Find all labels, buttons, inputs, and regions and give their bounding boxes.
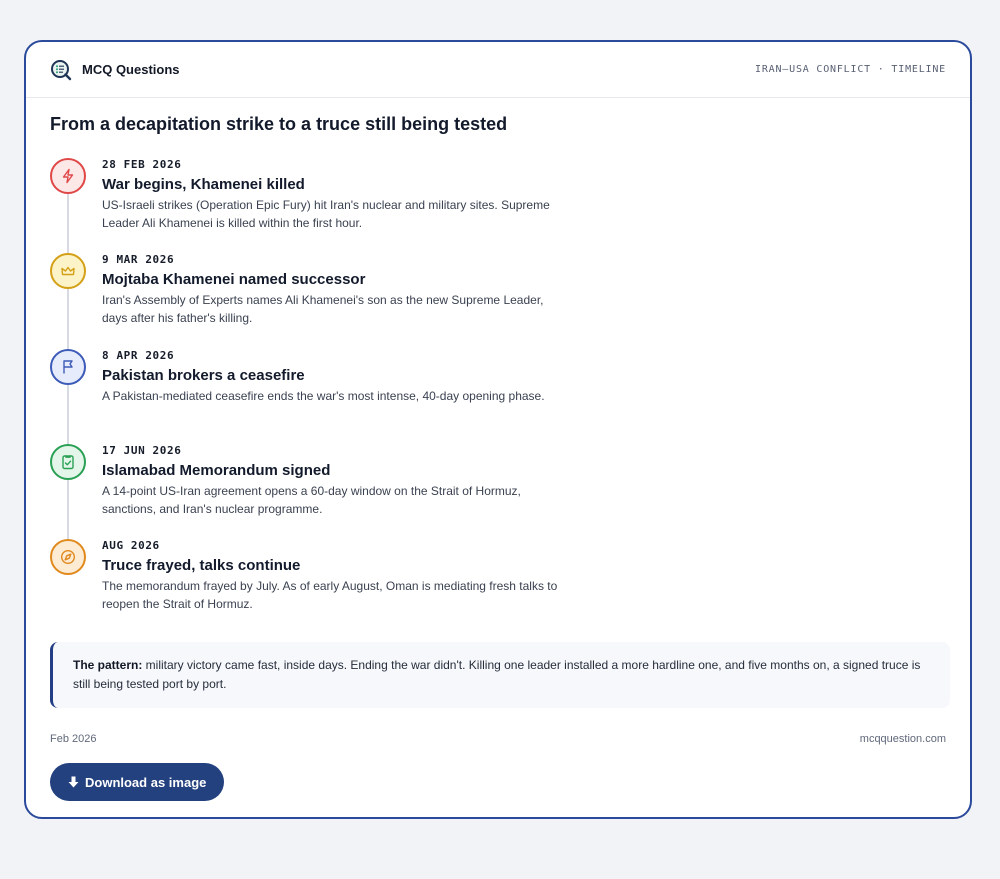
event-title: Islamabad Memorandum signed [102, 462, 331, 479]
download-button[interactable]: Download as image [50, 763, 225, 801]
event-date: 17 JUN 2026 [102, 444, 182, 457]
lightning-icon [62, 168, 74, 184]
document-check-icon [62, 455, 74, 470]
event-description: The memorandum frayed by July. As of ear… [102, 579, 558, 611]
pattern-label: The pattern: [73, 658, 143, 672]
event-description: A 14-point US-Iran agreement opens a 60-… [102, 484, 521, 516]
download-button-label: Download as image [85, 774, 207, 790]
pattern-text: military victory came fast, inside days.… [73, 658, 921, 691]
crown-icon [61, 266, 75, 276]
event-date: 28 FEB 2026 [102, 158, 182, 171]
card-header: MCQ Questions IRAN–USA CONFLICT · TIMELI… [26, 42, 970, 98]
event-node [50, 158, 86, 194]
event-date: 9 MAR 2026 [102, 253, 175, 266]
pattern-callout: The pattern: military victory came fast,… [50, 642, 950, 708]
event-date: AUG 2026 [102, 539, 160, 552]
event-node [50, 444, 86, 480]
event-description: Iran's Assembly of Experts names Ali Kha… [102, 293, 544, 325]
download-arrow-icon [68, 776, 79, 788]
page-title: From a decapitation strike to a truce st… [50, 114, 508, 134]
event-title: Mojtaba Khamenei named successor [102, 271, 366, 288]
event-node [50, 253, 86, 289]
section-label: IRAN–USA CONFLICT · TIMELINE [755, 64, 946, 75]
footer-site: mcqquestion.com [859, 733, 946, 745]
event-title: Truce frayed, talks continue [102, 557, 301, 574]
event-title: Pakistan brokers a ceasefire [102, 367, 305, 384]
footer-date: Feb 2026 [50, 733, 97, 745]
event-title: War begins, Khamenei killed [102, 176, 305, 193]
event-description: A Pakistan-mediated ceasefire ends the w… [102, 389, 545, 403]
event-node [50, 539, 86, 575]
magnifier-list-icon [51, 59, 72, 80]
brand: MCQ Questions [50, 59, 180, 81]
brand-name: MCQ Questions [82, 62, 180, 77]
timeline-card: MCQ Questions IRAN–USA CONFLICT · TIMELI… [24, 40, 972, 819]
event-node [50, 349, 86, 385]
event-description: US-Israeli strikes (Operation Epic Fury)… [102, 198, 550, 230]
event-date: 8 APR 2026 [102, 349, 175, 362]
flag-icon [63, 360, 73, 374]
compass-icon [60, 549, 76, 565]
